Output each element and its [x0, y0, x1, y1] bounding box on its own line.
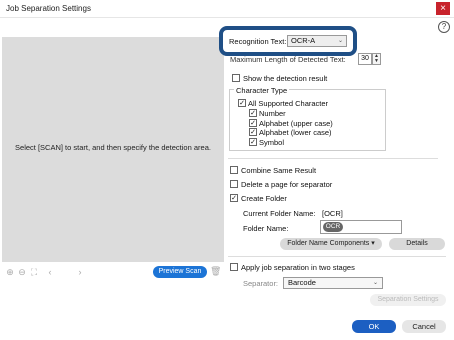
upper-case-label: Alphabet (upper case) — [259, 119, 333, 128]
max-length-label: Maximum Length of Detected Text: — [230, 55, 346, 64]
combine-label: Combine Same Result — [241, 166, 317, 175]
folder-components-button[interactable]: Folder Name Components ▾ — [280, 238, 382, 250]
character-type-title: Character Type — [234, 86, 290, 95]
ok-button[interactable]: OK — [352, 320, 396, 333]
chevron-down-icon: ⌄ — [372, 280, 378, 286]
folder-name-label: Folder Name: — [243, 224, 289, 233]
max-length-input[interactable]: 30 — [358, 53, 372, 65]
folder-name-input[interactable]: OCR — [320, 220, 402, 234]
preview-scan-button[interactable]: Preview Scan — [153, 266, 207, 278]
create-folder-label: Create Folder — [241, 194, 287, 203]
details-button[interactable]: Details — [389, 238, 445, 250]
zoom-out-icon[interactable]: ⊖ — [17, 267, 27, 277]
divider — [228, 256, 446, 257]
separator-value: Barcode — [288, 278, 316, 287]
combine-checkbox[interactable] — [230, 166, 238, 174]
folder-components-label: Folder Name Components — [287, 240, 370, 247]
prev-icon[interactable]: ‹ — [45, 267, 55, 277]
separator-select[interactable]: Barcode ⌄ — [283, 277, 383, 289]
zoom-in-icon[interactable]: ⊕ — [5, 267, 15, 277]
max-length-stepper[interactable]: ▲ ▼ — [372, 53, 381, 65]
symbol-checkbox[interactable]: ✓ — [249, 138, 257, 146]
chevron-down-icon[interactable]: ▼ — [373, 59, 380, 64]
all-character-checkbox[interactable]: ✓ — [238, 99, 246, 107]
number-checkbox[interactable]: ✓ — [249, 109, 257, 117]
next-icon[interactable]: › — [75, 267, 85, 277]
two-stages-checkbox[interactable] — [230, 263, 238, 271]
fit-icon[interactable]: ⛶ — [29, 267, 39, 277]
all-character-label: All Supported Character — [248, 99, 329, 108]
cancel-button[interactable]: Cancel — [402, 320, 446, 333]
window-title: Job Separation Settings — [6, 4, 91, 13]
current-folder-value: [OCR] — [322, 209, 343, 218]
folder-name-chip[interactable]: OCR — [323, 222, 343, 232]
current-folder-label: Current Folder Name: — [243, 209, 316, 218]
lower-case-checkbox[interactable]: ✓ — [249, 128, 257, 136]
caret-down-icon: ▾ — [371, 240, 375, 247]
separator-label: Separator: — [243, 279, 279, 288]
close-button[interactable]: × — [436, 2, 450, 15]
two-stages-label: Apply job separation in two stages — [241, 263, 355, 272]
separation-settings-button[interactable]: Separation Settings — [370, 294, 446, 306]
upper-case-checkbox[interactable]: ✓ — [249, 119, 257, 127]
delete-page-checkbox[interactable] — [230, 180, 238, 188]
show-detection-checkbox[interactable] — [232, 74, 240, 82]
trash-icon[interactable]: 🗑 — [210, 266, 221, 277]
lower-case-label: Alphabet (lower case) — [259, 128, 332, 137]
divider — [228, 158, 438, 159]
help-icon[interactable]: ? — [438, 21, 450, 33]
symbol-label: Symbol — [259, 138, 285, 147]
create-folder-checkbox[interactable]: ✓ — [230, 194, 238, 202]
number-label: Number — [259, 109, 286, 118]
preview-message: Select [SCAN] to start, and then specify… — [15, 143, 211, 152]
show-detection-label: Show the detection result — [243, 74, 328, 83]
delete-page-label: Delete a page for separator — [241, 180, 333, 189]
highlight-callout — [219, 26, 357, 56]
